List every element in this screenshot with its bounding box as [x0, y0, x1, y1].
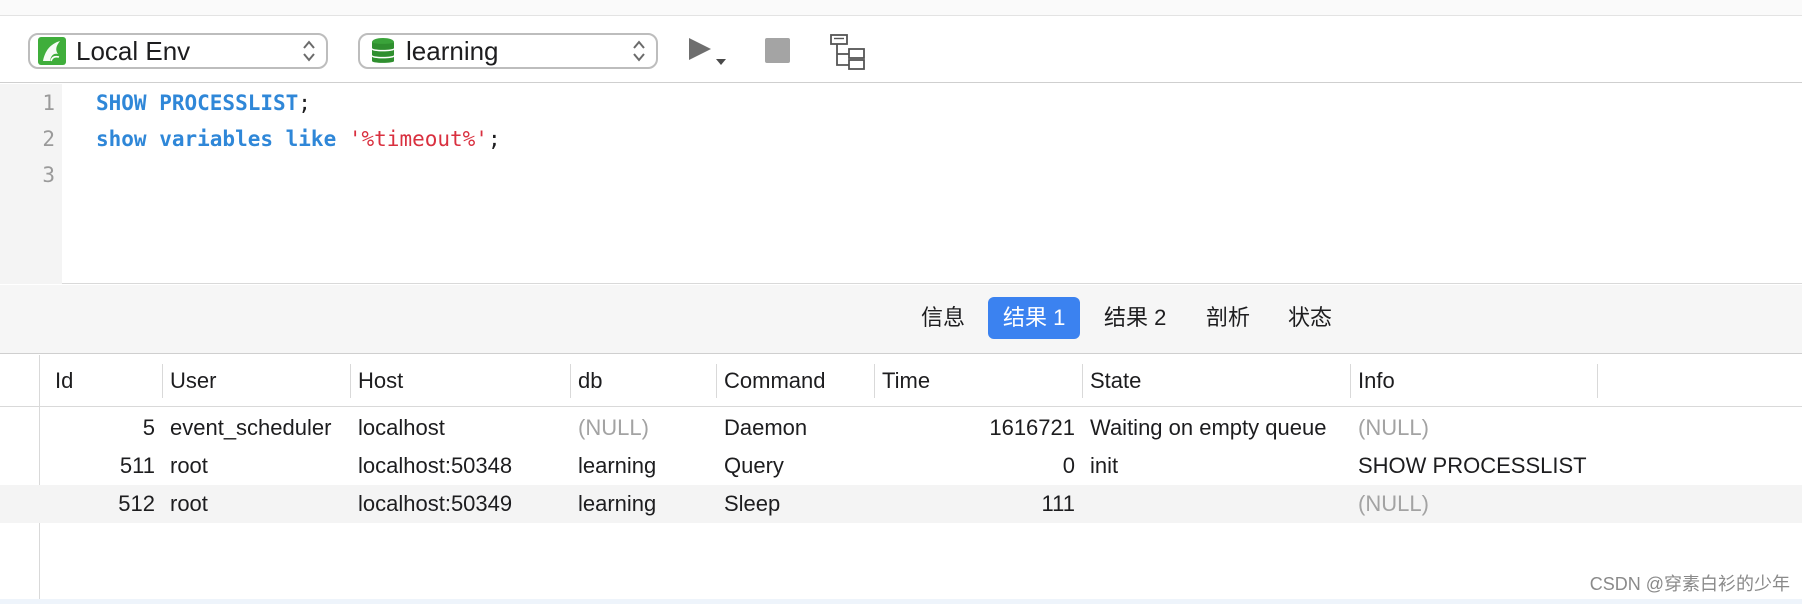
- cell-user[interactable]: root: [170, 485, 208, 523]
- sql-punctuation: ;: [298, 91, 311, 115]
- cell-db[interactable]: learning: [578, 447, 656, 485]
- status-strip: [0, 599, 1802, 604]
- database-icon: [372, 38, 394, 63]
- table-row[interactable]: 511 root localhost:50348 learning Query …: [0, 447, 1802, 485]
- sql-keyword: show variables like: [96, 127, 337, 151]
- sql-string: '%timeout%': [348, 127, 488, 151]
- tab-result-1[interactable]: 结果 1: [988, 297, 1081, 339]
- previous-window-strip: [0, 0, 1802, 16]
- cell-id[interactable]: 5: [40, 409, 155, 447]
- explain-button[interactable]: [828, 32, 868, 77]
- run-button[interactable]: [686, 34, 730, 73]
- tab-status[interactable]: 状态: [1273, 297, 1347, 339]
- connection-label: Local Env: [76, 35, 191, 66]
- updown-chevron-icon: [303, 40, 315, 62]
- line-number: 2: [42, 127, 55, 151]
- column-header-host[interactable]: Host: [351, 367, 403, 395]
- explain-tree-icon: [830, 34, 865, 70]
- mysql-dolphin-icon: [38, 37, 66, 65]
- updown-chevron-icon: [633, 40, 645, 62]
- cell-time[interactable]: 0: [880, 447, 1075, 485]
- connection-select[interactable]: Local Env: [28, 33, 328, 69]
- table-row[interactable]: 5 event_scheduler localhost (NULL) Daemo…: [0, 409, 1802, 447]
- column-divider[interactable]: [1597, 364, 1598, 398]
- column-header-user[interactable]: User: [163, 367, 216, 395]
- cell-user[interactable]: root: [170, 447, 208, 485]
- tab-result-2[interactable]: 结果 2: [1089, 297, 1181, 339]
- result-tabs-bar: 信息 结果 1 结果 2 剖析 状态: [0, 285, 1802, 354]
- watermark: CSDN @穿素白衫的少年: [1589, 574, 1790, 594]
- column-header-command[interactable]: Command: [717, 367, 825, 395]
- table-row[interactable]: 512 root localhost:50349 learning Sleep …: [0, 485, 1802, 523]
- column-header-id[interactable]: Id: [48, 367, 73, 395]
- cell-state[interactable]: init: [1090, 447, 1118, 485]
- cell-command[interactable]: Query: [724, 447, 784, 485]
- cell-info[interactable]: SHOW PROCESSLIST: [1358, 447, 1587, 485]
- cell-time[interactable]: 111: [880, 485, 1075, 523]
- cell-host[interactable]: localhost:50348: [358, 447, 512, 485]
- sql-editor[interactable]: 1 2 3 SHOW PROCESSLIST; show variables l…: [0, 84, 1802, 284]
- line-number: 1: [42, 91, 55, 115]
- column-header-info[interactable]: Info: [1351, 367, 1395, 395]
- cell-command[interactable]: Sleep: [724, 485, 780, 523]
- cell-state[interactable]: Waiting on empty queue: [1090, 409, 1326, 447]
- database-select[interactable]: learning: [358, 33, 658, 69]
- result-table: Id User Host db Command Time State Info …: [0, 355, 1802, 604]
- query-toolbar: Local Env learning: [0, 16, 1802, 83]
- column-header-time[interactable]: Time: [875, 367, 930, 395]
- database-label: learning: [406, 35, 499, 66]
- cell-db[interactable]: learning: [578, 485, 656, 523]
- cell-user[interactable]: event_scheduler: [170, 409, 331, 447]
- column-header-db[interactable]: db: [571, 367, 602, 395]
- cell-time[interactable]: 1616721: [880, 409, 1075, 447]
- cell-info[interactable]: (NULL): [1358, 485, 1429, 523]
- tab-info[interactable]: 信息: [906, 297, 980, 339]
- line-number: 3: [42, 163, 55, 187]
- cell-db[interactable]: (NULL): [578, 409, 649, 447]
- table-header: Id User Host db Command Time State Info: [0, 355, 1802, 407]
- stop-button[interactable]: [765, 38, 790, 63]
- play-icon: [689, 38, 726, 65]
- column-header-state[interactable]: State: [1083, 367, 1141, 395]
- code-line[interactable]: show variables like '%timeout%';: [96, 127, 501, 151]
- cell-id[interactable]: 511: [40, 447, 155, 485]
- cell-host[interactable]: localhost:50349: [358, 485, 512, 523]
- cell-host[interactable]: localhost: [358, 409, 445, 447]
- code-line[interactable]: SHOW PROCESSLIST;: [96, 91, 311, 115]
- sql-punctuation: ;: [487, 127, 501, 151]
- cell-info[interactable]: (NULL): [1358, 409, 1429, 447]
- cell-id[interactable]: 512: [40, 485, 155, 523]
- sql-keyword: SHOW PROCESSLIST: [96, 91, 299, 115]
- tab-profile[interactable]: 剖析: [1191, 297, 1265, 339]
- cell-command[interactable]: Daemon: [724, 409, 807, 447]
